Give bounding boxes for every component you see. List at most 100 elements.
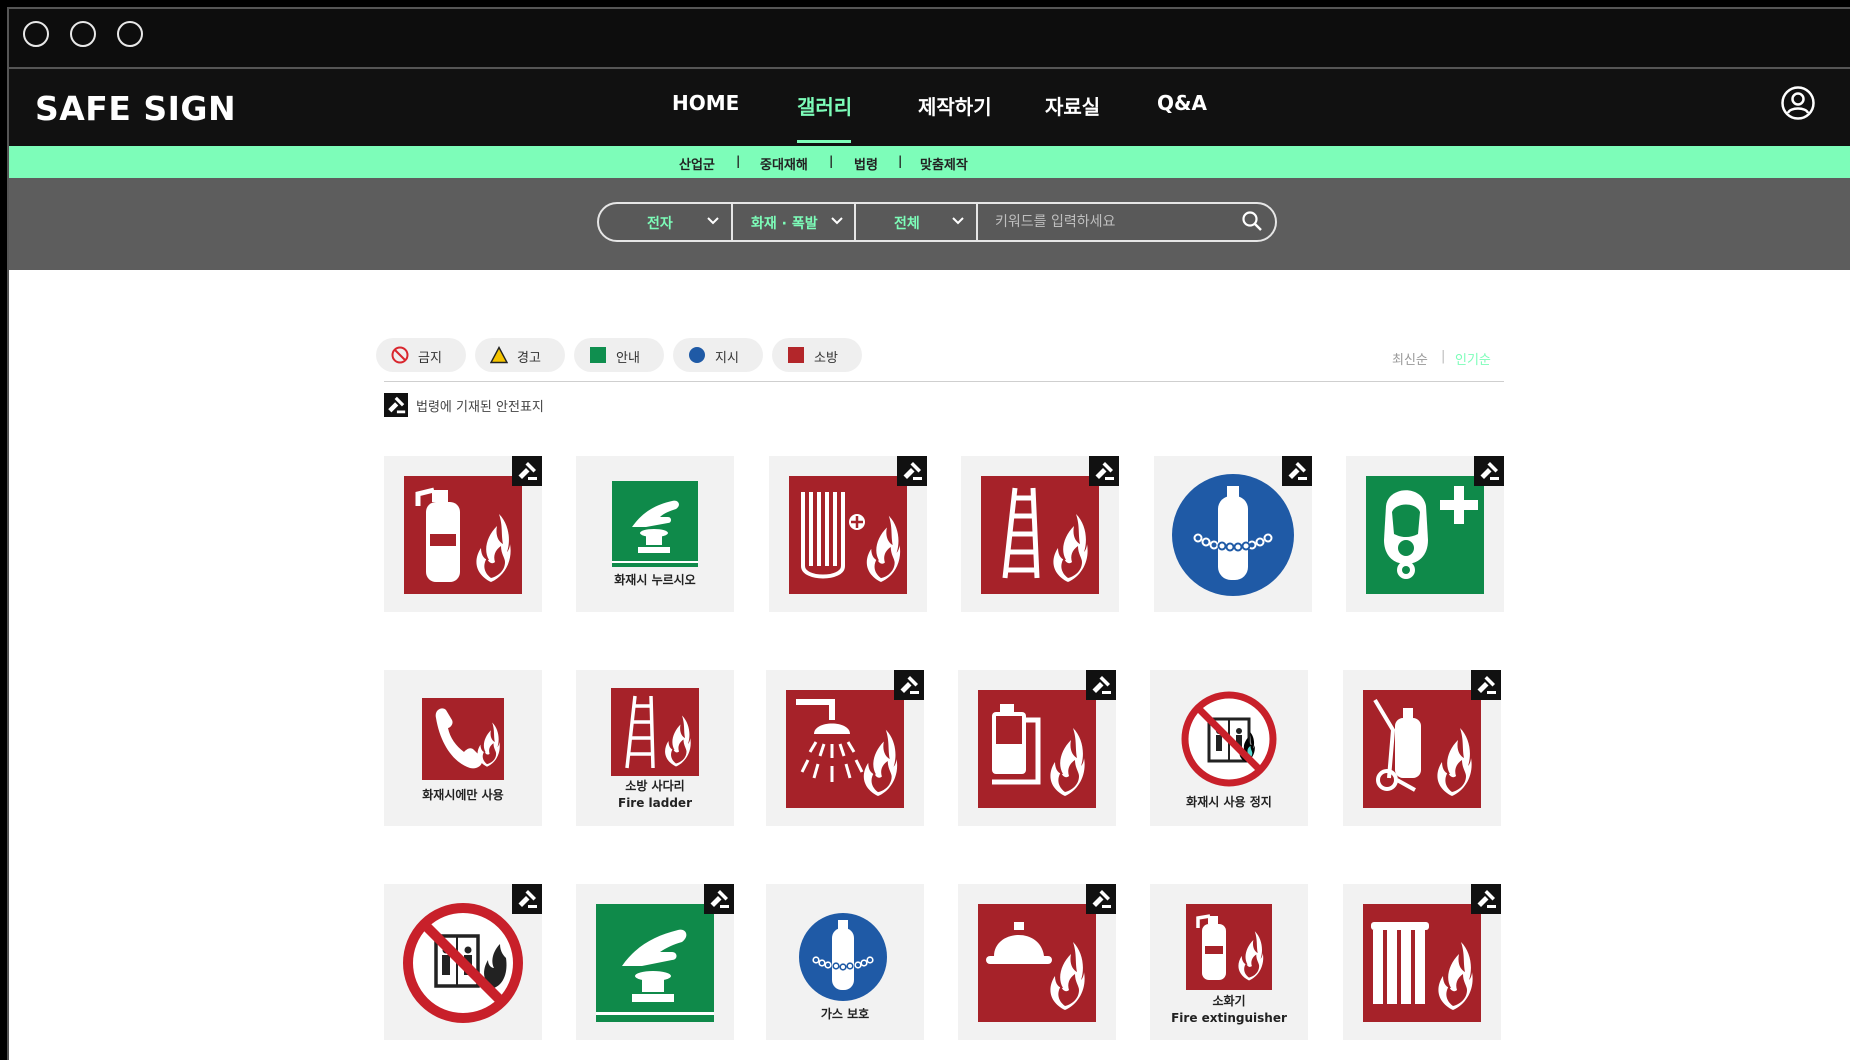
site-logo[interactable]: SAFE SIGN bbox=[35, 89, 236, 128]
window-titlebar bbox=[9, 9, 1850, 69]
section-divider bbox=[384, 381, 1504, 382]
sign-caption: 가스 보호 bbox=[820, 1007, 870, 1021]
chip-label: 경고 bbox=[517, 351, 541, 366]
sign-card[interactable]: 가스 보호 bbox=[766, 884, 924, 1040]
chip-warning[interactable]: 경고 bbox=[475, 338, 565, 372]
sign-card[interactable] bbox=[1154, 456, 1312, 612]
gavel-icon bbox=[512, 456, 542, 486]
sign-card[interactable] bbox=[769, 456, 927, 612]
sign-card[interactable] bbox=[958, 884, 1116, 1040]
window-minimize-button[interactable] bbox=[70, 21, 96, 47]
select-type[interactable]: 전자 bbox=[599, 204, 733, 240]
gavel-icon bbox=[1086, 670, 1116, 700]
subnav-industry[interactable]: 산업군 bbox=[679, 154, 715, 173]
gas-cylinder-chain-sign bbox=[1172, 474, 1294, 596]
breathing-apparatus-sign bbox=[1366, 476, 1484, 594]
user-circle-icon[interactable] bbox=[1780, 85, 1816, 121]
nav-qna[interactable]: Q&A bbox=[1157, 91, 1207, 115]
nav-gallery[interactable]: 갤러리 bbox=[797, 91, 852, 120]
window-close-button[interactable] bbox=[23, 21, 49, 47]
chevron-down-icon bbox=[952, 217, 964, 225]
gavel-icon bbox=[1474, 456, 1504, 486]
press-in-fire-sign bbox=[612, 481, 698, 567]
fire-extinguisher-sign bbox=[404, 476, 522, 594]
sort-latest[interactable]: 최신순 bbox=[1392, 349, 1428, 368]
select-scope-value: 전체 bbox=[894, 216, 920, 232]
subnav-law[interactable]: 법령 bbox=[854, 154, 878, 173]
gavel-icon bbox=[1089, 456, 1119, 486]
warning-triangle-icon bbox=[490, 346, 508, 364]
sort-separator: | bbox=[1441, 349, 1446, 364]
sort-popular[interactable]: 인기순 bbox=[1455, 349, 1491, 368]
chevron-down-icon bbox=[831, 217, 843, 225]
subnav-separator: | bbox=[898, 154, 903, 168]
gavel-icon bbox=[512, 884, 542, 914]
sign-card[interactable]: 화재시 누르시오 bbox=[576, 456, 734, 612]
browser-window: SAFE SIGN HOME 갤러리 제작하기 자료실 Q&A 산업군 | 중대… bbox=[7, 7, 1850, 1060]
chip-prohibition[interactable]: 금지 bbox=[376, 338, 466, 372]
extinguisher-caption-sign bbox=[1186, 904, 1272, 990]
chip-mandatory[interactable]: 지시 bbox=[673, 338, 763, 372]
filter-bar: 전자 화재 · 폭발 전체 bbox=[9, 178, 1850, 270]
fire-ladder-caption-sign bbox=[611, 688, 699, 776]
chip-label: 지시 bbox=[715, 351, 739, 366]
red-square-icon bbox=[788, 347, 804, 363]
main-navbar: SAFE SIGN HOME 갤러리 제작하기 자료실 Q&A bbox=[9, 69, 1850, 146]
sign-card[interactable]: 소화기 Fire extinguisher bbox=[1150, 884, 1308, 1040]
gavel-icon bbox=[1086, 884, 1116, 914]
sign-card[interactable] bbox=[384, 456, 542, 612]
sprinkler-sign bbox=[786, 690, 904, 808]
no-elevator-in-fire-caption-sign bbox=[1181, 691, 1277, 787]
sign-card[interactable] bbox=[1343, 670, 1501, 826]
gavel-icon bbox=[894, 670, 924, 700]
nav-create[interactable]: 제작하기 bbox=[918, 91, 992, 120]
keyword-search-input[interactable] bbox=[993, 208, 1227, 236]
sign-card[interactable] bbox=[1343, 884, 1501, 1040]
select-scope[interactable]: 전체 bbox=[856, 204, 978, 240]
no-elevator-in-fire-sign bbox=[403, 903, 523, 1023]
fire-ladder-sign bbox=[981, 476, 1099, 594]
sign-card[interactable]: 화재시 사용 정지 bbox=[1150, 670, 1308, 826]
sign-card[interactable] bbox=[961, 456, 1119, 612]
sign-card[interactable]: 화재시에만 사용 bbox=[384, 670, 542, 826]
fire-cabinet-sign bbox=[1363, 904, 1481, 1022]
select-hazard-value: 화재 · 폭발 bbox=[751, 216, 818, 232]
prohibition-icon bbox=[391, 346, 409, 364]
sign-card[interactable] bbox=[958, 670, 1116, 826]
subnav-separator: | bbox=[829, 154, 834, 168]
sign-card[interactable] bbox=[384, 884, 542, 1040]
sign-caption: 화재시 누르시오 bbox=[614, 573, 696, 587]
chevron-down-icon bbox=[707, 217, 719, 225]
sign-card[interactable]: 소방 사다리 Fire ladder bbox=[576, 670, 734, 826]
fire-pump-sign bbox=[978, 690, 1096, 808]
window-maximize-button[interactable] bbox=[117, 21, 143, 47]
fire-phone-sign bbox=[422, 698, 504, 780]
chip-label: 안내 bbox=[616, 351, 640, 366]
gavel-icon bbox=[897, 456, 927, 486]
green-square-icon bbox=[590, 347, 606, 363]
subnav-serious-accident[interactable]: 중대재해 bbox=[760, 154, 808, 173]
sign-caption-en: Fire extinguisher bbox=[1171, 1011, 1287, 1025]
fire-hose-sign bbox=[789, 476, 907, 594]
press-button-green-sign bbox=[596, 904, 714, 1022]
sign-caption-en: Fire ladder bbox=[618, 796, 692, 810]
select-hazard[interactable]: 화재 · 폭발 bbox=[733, 204, 856, 240]
sign-card[interactable] bbox=[1346, 456, 1504, 612]
subnav-custom[interactable]: 맞춤제작 bbox=[920, 154, 968, 173]
sign-card[interactable] bbox=[766, 670, 924, 826]
blue-circle-icon bbox=[689, 347, 705, 363]
gavel-icon bbox=[1471, 670, 1501, 700]
sign-card[interactable] bbox=[576, 884, 734, 1040]
sign-caption: 소화기 bbox=[1212, 994, 1246, 1008]
legal-note: 법령에 기재된 안전표지 bbox=[416, 400, 544, 415]
nav-library[interactable]: 자료실 bbox=[1045, 91, 1100, 120]
nav-active-indicator bbox=[797, 140, 851, 143]
sub-navbar: 산업군 | 중대재해 | 법령 | 맞춤제작 bbox=[9, 146, 1850, 178]
search-filter-group: 전자 화재 · 폭발 전체 bbox=[597, 202, 1277, 242]
chip-firefighting[interactable]: 소방 bbox=[772, 338, 862, 372]
gavel-icon bbox=[384, 393, 408, 417]
wheeled-extinguisher-sign bbox=[1363, 690, 1481, 808]
search-icon[interactable] bbox=[1241, 210, 1263, 232]
chip-guidance[interactable]: 안내 bbox=[574, 338, 664, 372]
nav-home[interactable]: HOME bbox=[672, 91, 739, 115]
